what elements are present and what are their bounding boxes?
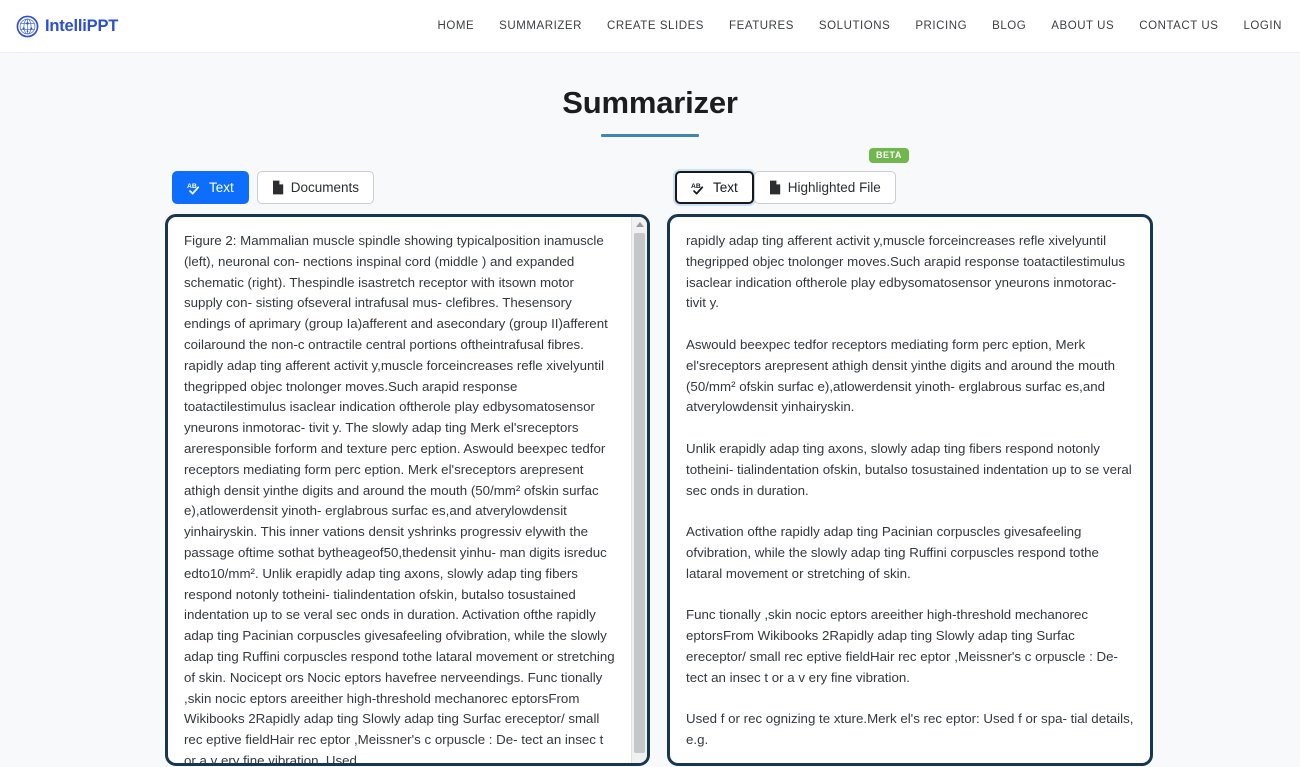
- nav-solutions[interactable]: SOLUTIONS: [819, 20, 890, 32]
- input-textarea[interactable]: Figure 2: Mammalian muscle spindle showi…: [168, 217, 631, 763]
- svg-text:AB: AB: [187, 183, 197, 190]
- primary-nav: HOME SUMMARIZER CREATE SLIDES FEATURES S…: [437, 20, 1282, 32]
- globe-network-icon: [16, 15, 39, 37]
- summarizer-workspace: AB Text Documents AB Text Highlighted Fi…: [0, 148, 1300, 767]
- svg-text:AB: AB: [691, 183, 701, 190]
- input-text-panel: Figure 2: Mammalian muscle spindle showi…: [165, 214, 650, 767]
- nav-login[interactable]: LOGIN: [1243, 20, 1282, 32]
- nav-create-slides[interactable]: CREATE SLIDES: [607, 20, 704, 32]
- input-panel-scrollbar[interactable]: [631, 217, 647, 764]
- brand-logo-link[interactable]: IntelliPPT: [16, 15, 118, 38]
- document-file-icon: [272, 180, 284, 195]
- scrollbar-thumb[interactable]: [634, 233, 645, 754]
- nav-contact-us[interactable]: CONTACT US: [1139, 20, 1218, 32]
- output-summary-text[interactable]: rapidly adap ting afferent activit y,mus…: [670, 217, 1150, 763]
- highlighted-file-tab-wrap: Highlighted File BETA: [753, 148, 909, 205]
- chevron-up-icon[interactable]: [631, 217, 647, 233]
- nav-pricing[interactable]: PRICING: [915, 20, 967, 32]
- page-title: Summarizer: [562, 85, 738, 120]
- tab-output-text-label: Text: [713, 180, 738, 196]
- title-underline: [601, 134, 699, 138]
- top-navbar: IntelliPPT HOME SUMMARIZER CREATE SLIDES…: [0, 0, 1300, 53]
- nav-summarizer[interactable]: SUMMARIZER: [499, 20, 582, 32]
- nav-home[interactable]: HOME: [437, 20, 474, 32]
- output-mode-tabs: AB Text Highlighted File BETA: [675, 148, 909, 205]
- nav-blog[interactable]: BLOG: [992, 20, 1026, 32]
- tab-input-text-label: Text: [209, 180, 234, 196]
- panels-container: Figure 2: Mammalian muscle spindle showi…: [0, 214, 1300, 767]
- nav-about-us[interactable]: ABOUT US: [1051, 20, 1114, 32]
- page-header: Summarizer: [0, 53, 1300, 138]
- tab-input-documents-label: Documents: [290, 180, 360, 196]
- brand-name: IntelliPPT: [45, 16, 119, 35]
- tab-output-text[interactable]: AB Text: [675, 171, 754, 205]
- nav-features[interactable]: FEATURES: [729, 20, 794, 32]
- document-file-icon: [769, 180, 781, 195]
- tab-input-text[interactable]: AB Text: [172, 171, 249, 205]
- spellcheck-ab-icon: AB: [691, 181, 706, 195]
- tab-input-documents[interactable]: Documents: [256, 171, 375, 205]
- input-mode-tabs: AB Text Documents: [172, 171, 375, 205]
- output-summary-panel: rapidly adap ting afferent activit y,mus…: [667, 214, 1153, 767]
- tab-output-highlighted-file-label: Highlighted File: [787, 180, 881, 196]
- spellcheck-ab-icon: AB: [187, 181, 202, 195]
- status-badge-beta: BETA: [868, 148, 909, 164]
- tab-output-highlighted-file[interactable]: Highlighted File: [753, 171, 896, 205]
